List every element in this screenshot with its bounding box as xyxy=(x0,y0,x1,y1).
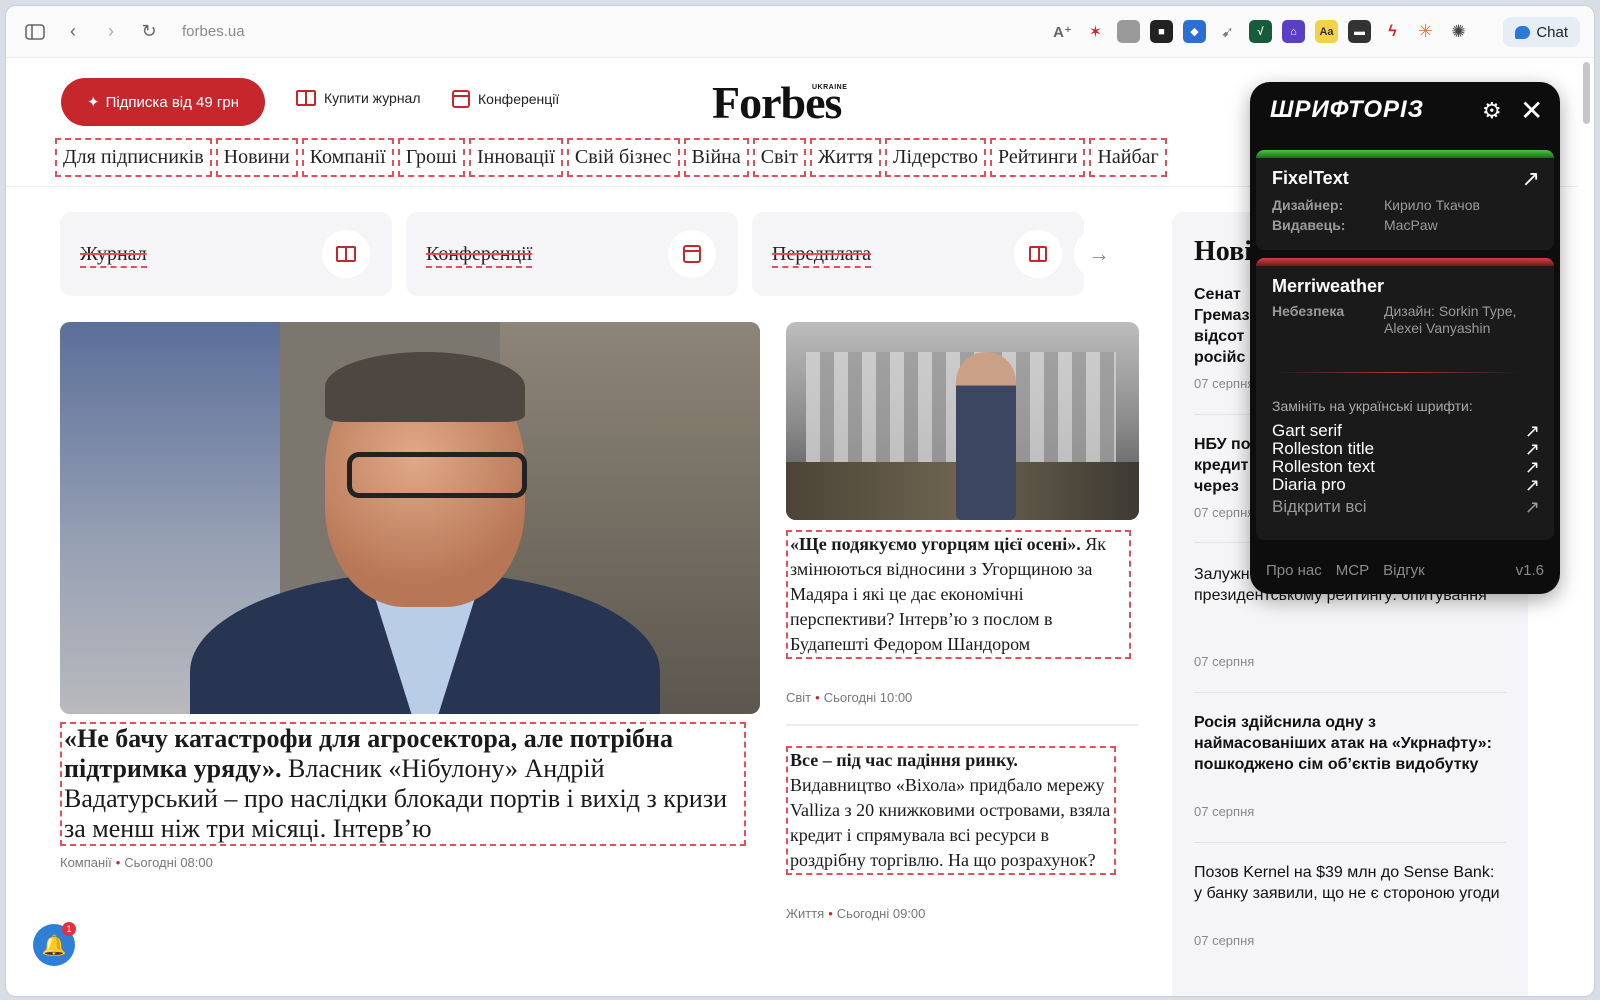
replacement-font-link[interactable]: Gart serif xyxy=(1272,421,1342,441)
news-item[interactable]: Росія здійснила одну з наймасованіших ат… xyxy=(1194,712,1506,775)
news-date: 07 серпня xyxy=(1194,933,1255,948)
extension-icon-4[interactable]: ➹ xyxy=(1216,20,1239,43)
translate-icon[interactable]: A⁺ xyxy=(1051,20,1074,43)
shriftoriz-popup: ШРИФТОРІЗ ⚙ ✕ FixelText ↗ Дизайнер: Кири… xyxy=(1250,82,1560,594)
main-article-image[interactable] xyxy=(60,322,760,714)
quick-card-conferences[interactable]: Конференції xyxy=(406,212,738,296)
extension-icon-2[interactable] xyxy=(1117,20,1140,43)
replacement-font-link[interactable]: Diaria pro xyxy=(1272,475,1346,495)
dictionary-icon[interactable]: Aa xyxy=(1315,20,1338,43)
extension-icon-3[interactable]: ◆ xyxy=(1183,20,1206,43)
chat-icon xyxy=(1515,25,1531,39)
nav-item-life[interactable]: Життя xyxy=(809,138,881,177)
news-date: 07 серпня xyxy=(1194,654,1255,669)
open-all-link[interactable]: Відкрити всі xyxy=(1272,497,1367,517)
font-status-bar xyxy=(1256,258,1554,266)
nav-item-leadership[interactable]: Лідерство xyxy=(884,138,986,177)
figma-icon[interactable]: ■ xyxy=(1150,20,1173,43)
logo-country: UKRAINE xyxy=(812,84,848,91)
back-icon[interactable]: ‹ xyxy=(54,13,92,51)
nav-item-subscribers[interactable]: Для підписників xyxy=(55,138,212,177)
extension-icon-6[interactable]: ⌂ xyxy=(1282,20,1305,43)
popup-logo: ШРИФТОРІЗ xyxy=(1270,96,1425,123)
news-item[interactable]: НБУ по кредит через xyxy=(1194,434,1254,497)
book-icon xyxy=(296,90,316,106)
arrow-up-right-icon[interactable]: ↗ xyxy=(1525,497,1540,518)
side-article-2-title[interactable]: Все – під час падіння ринку. Видавництво… xyxy=(786,746,1116,875)
arrow-up-right-icon[interactable]: ↗ xyxy=(1525,475,1540,496)
main-article-meta: Компанії • Сьогодні 08:00 xyxy=(60,855,213,870)
news-date: 07 серпня xyxy=(1194,505,1255,520)
popup-version: v1.6 xyxy=(1515,562,1544,579)
main-article-title[interactable]: «Не бачу катастрофи для агросектора, але… xyxy=(60,722,746,846)
calendar-icon xyxy=(452,90,470,108)
conferences-link[interactable]: Конференції xyxy=(452,90,559,108)
nav-item-richest[interactable]: Найбаг xyxy=(1089,138,1167,177)
address-bar[interactable]: forbes.ua xyxy=(182,23,245,40)
sidebar-toggle-icon[interactable] xyxy=(16,13,54,51)
side-article-2-meta: Життя • Сьогодні 09:00 xyxy=(786,906,926,921)
font-card-merriweather: Merriweather Небезпека Дизайн: Sorkin Ty… xyxy=(1256,258,1554,540)
gear-icon[interactable]: ⚙ xyxy=(1482,98,1502,124)
arrow-up-right-icon[interactable]: ↗ xyxy=(1522,166,1540,192)
font-card-fixeltext: FixelText ↗ Дизайнер: Кирило Ткачов Вида… xyxy=(1256,150,1554,250)
sparkle-icon: ✦ xyxy=(86,94,100,111)
feedback-link[interactable]: Відгук xyxy=(1383,562,1425,579)
newspaper-icon xyxy=(1014,230,1062,278)
side-article-image[interactable] xyxy=(786,322,1139,520)
book-icon xyxy=(322,230,370,278)
nav-item-innovations[interactable]: Інновації xyxy=(468,138,563,177)
quick-card-magazine[interactable]: Журнал xyxy=(60,212,392,296)
side-article-1-title[interactable]: «Ще подякуємо угорцям цієї осені». Як зм… xyxy=(786,530,1131,659)
quick-cards: Журнал Конференції Передплата xyxy=(60,212,1084,296)
replacement-font-link[interactable]: Rolleston text xyxy=(1272,457,1375,477)
news-divider xyxy=(1194,842,1506,843)
extension-icon-5[interactable]: √ xyxy=(1249,20,1272,43)
news-feed-title: Нові xyxy=(1194,236,1252,267)
chat-button[interactable]: Chat xyxy=(1503,17,1580,47)
nav-item-world[interactable]: Світ xyxy=(752,138,806,177)
claude-icon[interactable]: ✳ xyxy=(1414,20,1437,43)
browser-window: ‹ › ↻ forbes.ua A⁺ ✶ ■ ◆ ➹ √ ⌂ Aa ▬ ϟ ✳ … xyxy=(6,6,1594,996)
nav-item-money[interactable]: Гроші xyxy=(397,138,465,177)
main-nav: Для підписників Новини Компанії Гроші Ін… xyxy=(55,138,1167,177)
quick-card-subscription[interactable]: Передплата xyxy=(752,212,1084,296)
notification-badge: 1 xyxy=(62,922,76,936)
nav-item-own-business[interactable]: Свій бізнес xyxy=(566,138,680,177)
news-date: 07 серпня xyxy=(1194,376,1255,391)
openai-icon[interactable]: ✺ xyxy=(1447,20,1470,43)
buy-magazine-link[interactable]: Купити журнал xyxy=(296,90,421,106)
news-divider xyxy=(1194,692,1506,693)
scrollbar[interactable] xyxy=(1578,58,1594,996)
popup-divider xyxy=(1272,372,1522,373)
shriftoriz-icon[interactable]: ϟ xyxy=(1381,20,1404,43)
news-item[interactable]: Сенат Гремаз відсот російс xyxy=(1194,284,1254,368)
calendar-icon xyxy=(668,230,716,278)
scrollbar-thumb[interactable] xyxy=(1583,62,1590,124)
article-divider xyxy=(786,724,1139,726)
browser-toolbar: ‹ › ↻ forbes.ua A⁺ ✶ ■ ◆ ➹ √ ⌂ Aa ▬ ϟ ✳ … xyxy=(6,6,1594,58)
about-link[interactable]: Про нас xyxy=(1266,562,1322,579)
news-date: 07 серпня xyxy=(1194,804,1255,819)
extensions-bar: A⁺ ✶ ■ ◆ ➹ √ ⌂ Aa ▬ ϟ ✳ ✺ xyxy=(1051,20,1470,43)
mcp-link[interactable]: МСР xyxy=(1336,562,1369,579)
news-item[interactable]: Позов Kernel на $39 млн до Sense Bank: у… xyxy=(1194,862,1506,904)
nav-item-ratings[interactable]: Рейтинги xyxy=(989,138,1086,177)
extension-icon-1[interactable]: ✶ xyxy=(1084,20,1107,43)
card-icon[interactable]: ▬ xyxy=(1348,20,1371,43)
replacement-font-link[interactable]: Rolleston title xyxy=(1272,439,1374,459)
nav-item-war[interactable]: Війна xyxy=(683,138,749,177)
nav-item-companies[interactable]: Компанії xyxy=(301,138,394,177)
subscribe-button[interactable]: ✦ Підписка від 49 грн xyxy=(61,78,265,126)
arrow-right-icon[interactable]: → xyxy=(1074,229,1124,279)
font-status-bar xyxy=(1256,150,1554,158)
close-icon[interactable]: ✕ xyxy=(1520,94,1543,127)
popup-footer: Про нас МСР Відгук xyxy=(1266,562,1425,579)
forward-icon[interactable]: › xyxy=(92,13,130,51)
nav-item-news[interactable]: Новини xyxy=(215,138,298,177)
reload-icon[interactable]: ↻ xyxy=(130,13,168,51)
side-article-1-meta: Світ • Сьогодні 10:00 xyxy=(786,690,913,705)
